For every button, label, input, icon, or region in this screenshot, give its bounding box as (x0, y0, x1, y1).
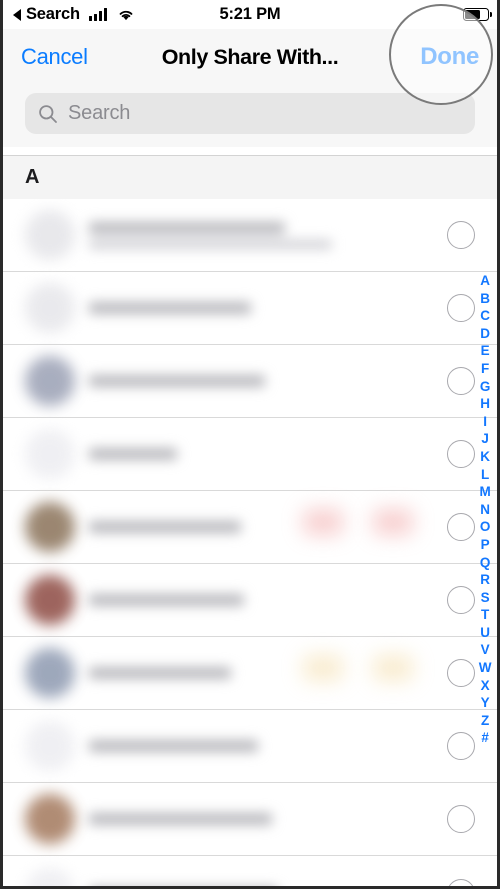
search-icon (39, 104, 57, 123)
select-contact-checkbox[interactable] (447, 732, 475, 760)
search-placeholder: Search (68, 102, 131, 124)
contact-name-redacted (89, 302, 497, 314)
section-header-a: A (3, 155, 497, 199)
index-letter-s[interactable]: S (481, 589, 490, 607)
index-letter-x[interactable]: X (481, 677, 490, 695)
index-letter-o[interactable]: O (480, 518, 491, 536)
avatar (25, 210, 75, 260)
index-letter-m[interactable]: M (479, 483, 490, 501)
contact-name-redacted (89, 594, 497, 606)
contact-row[interactable] (3, 199, 497, 272)
index-letter-u[interactable]: U (480, 624, 490, 642)
index-letter-c[interactable]: C (480, 307, 490, 325)
avatar (25, 356, 75, 406)
index-letter-g[interactable]: G (480, 378, 491, 396)
contact-row[interactable] (3, 272, 497, 345)
contact-row[interactable] (3, 345, 497, 418)
row-color-accent (373, 509, 413, 535)
avatar (25, 867, 75, 886)
contact-name-redacted (89, 221, 497, 249)
avatar (25, 721, 75, 771)
select-contact-checkbox[interactable] (447, 586, 475, 614)
contact-row[interactable] (3, 856, 497, 886)
index-letter-f[interactable]: F (481, 360, 489, 378)
select-contact-checkbox[interactable] (447, 805, 475, 833)
index-letter-z[interactable]: Z (481, 712, 489, 730)
index-letter-hash[interactable]: # (481, 729, 489, 747)
contact-row[interactable] (3, 418, 497, 491)
contact-row[interactable] (3, 637, 497, 710)
avatar (25, 429, 75, 479)
contact-row[interactable] (3, 783, 497, 856)
contact-name-redacted (89, 521, 497, 533)
index-letter-l[interactable]: L (481, 466, 489, 484)
select-contact-checkbox[interactable] (447, 440, 475, 468)
row-color-accent (303, 509, 343, 535)
contact-row[interactable] (3, 491, 497, 564)
index-letter-h[interactable]: H (480, 395, 490, 413)
index-letter-y[interactable]: Y (481, 694, 490, 712)
avatar (25, 283, 75, 333)
index-letter-r[interactable]: R (480, 571, 490, 589)
index-letter-a[interactable]: A (480, 272, 490, 290)
contact-name-redacted (89, 740, 497, 752)
index-letter-n[interactable]: N (480, 501, 490, 519)
index-letter-p[interactable]: P (481, 536, 490, 554)
done-button[interactable]: Done (420, 43, 479, 71)
select-contact-checkbox[interactable] (447, 878, 475, 886)
status-bar-right (463, 8, 492, 21)
index-letter-d[interactable]: D (480, 325, 490, 343)
row-color-accent (373, 655, 413, 681)
row-color-accent (303, 655, 343, 681)
avatar (25, 502, 75, 552)
index-letter-b[interactable]: B (480, 290, 490, 308)
select-contact-checkbox[interactable] (447, 221, 475, 249)
index-letter-w[interactable]: W (479, 659, 492, 677)
avatar (25, 648, 75, 698)
contact-name-redacted (89, 667, 497, 679)
status-bar-clock: 5:21 PM (219, 5, 281, 23)
index-letter-k[interactable]: K (480, 448, 490, 466)
select-contact-checkbox[interactable] (447, 659, 475, 687)
index-letter-v[interactable]: V (481, 641, 490, 659)
alphabet-index[interactable]: A B C D E F G H I J K L M N O P Q R S T U V W X Y Z # (474, 272, 496, 747)
contact-row[interactable] (3, 564, 497, 637)
search-input[interactable]: Search (25, 93, 475, 134)
iphone-screen: Search 5:21 PM Cancel Only Share With...… (0, 0, 500, 889)
status-bar: Search 5:21 PM (3, 0, 497, 29)
navigation-bar: Cancel Only Share With... Done (3, 29, 497, 85)
index-letter-e[interactable]: E (481, 342, 490, 360)
cancel-button[interactable]: Cancel (21, 44, 88, 70)
contact-row[interactable] (3, 710, 497, 783)
index-letter-t[interactable]: T (481, 606, 489, 624)
avatar (25, 794, 75, 844)
select-contact-checkbox[interactable] (447, 513, 475, 541)
index-letter-i[interactable]: I (483, 413, 487, 431)
index-letter-q[interactable]: Q (480, 554, 491, 572)
contact-name-redacted (89, 375, 497, 387)
contact-name-redacted (89, 813, 497, 825)
battery-icon (463, 8, 492, 21)
select-contact-checkbox[interactable] (447, 294, 475, 322)
avatar (25, 575, 75, 625)
select-contact-checkbox[interactable] (447, 367, 475, 395)
index-letter-j[interactable]: J (481, 430, 489, 448)
contact-list[interactable] (3, 199, 497, 886)
contact-name-redacted (89, 448, 497, 460)
search-bar-container: Search (3, 85, 497, 147)
